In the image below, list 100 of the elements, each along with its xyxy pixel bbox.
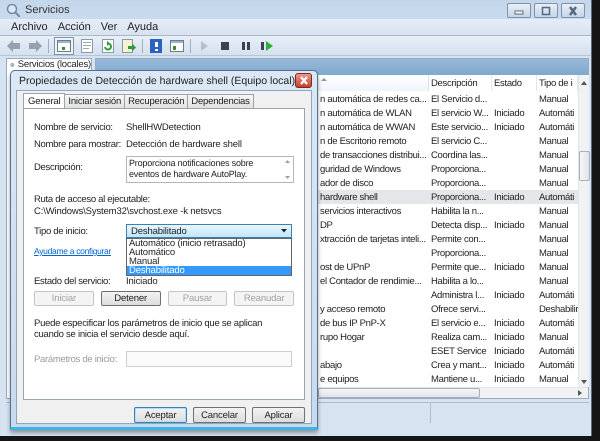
field-label: Parámetros de inicio: bbox=[34, 354, 118, 364]
column-header[interactable]: Descripción bbox=[429, 75, 492, 91]
tab[interactable]: Recuperación bbox=[124, 94, 188, 108]
table-cell: Iniciado bbox=[494, 332, 524, 342]
table-cell: Este servicio... bbox=[431, 122, 488, 132]
table-cell: Iniciado bbox=[494, 122, 524, 132]
table-cell: Administra l... bbox=[431, 290, 484, 300]
table-cell: Iniciado bbox=[494, 220, 524, 230]
table-cell: Manual bbox=[539, 374, 568, 384]
maximize-button[interactable] bbox=[534, 3, 558, 18]
close-icon bbox=[566, 4, 580, 16]
field-label: Tipo de inicio: bbox=[34, 226, 89, 236]
table-cell: Manual bbox=[539, 332, 568, 342]
table-cell: Manual bbox=[539, 234, 568, 244]
table-cell: Manual bbox=[539, 220, 568, 230]
table-cell: n automática de redes ca... bbox=[320, 94, 426, 104]
window-icon[interactable] bbox=[169, 38, 185, 54]
table-cell: Automáti bbox=[539, 290, 574, 300]
tab[interactable]: Iniciar sesión bbox=[64, 94, 126, 108]
table-cell: Manual bbox=[539, 94, 568, 104]
table-cell: Manual bbox=[539, 136, 568, 146]
vertical-scrollbar[interactable] bbox=[578, 75, 590, 387]
table-cell: Permite con... bbox=[431, 234, 486, 244]
startup-type-dropdown[interactable]: Deshabilitado bbox=[126, 224, 292, 238]
table-cell: de bus IP PnP-X bbox=[320, 318, 386, 328]
help-icon[interactable] bbox=[148, 38, 164, 54]
table-cell: Manual bbox=[539, 206, 568, 216]
tab[interactable]: Dependencias bbox=[187, 94, 254, 108]
maximize-icon bbox=[539, 4, 553, 16]
table-cell: Automáti bbox=[539, 346, 574, 356]
table-cell: Habilita a lo... bbox=[431, 276, 484, 286]
table-cell: Automáti bbox=[539, 108, 574, 118]
menu-item[interactable]: Ayuda bbox=[122, 21, 164, 33]
dropdown-option[interactable]: Automático bbox=[127, 248, 291, 257]
table-cell: Iniciado bbox=[494, 374, 524, 384]
table-cell: Iniciado bbox=[494, 290, 524, 300]
menu-item[interactable]: Archivo bbox=[6, 21, 53, 33]
table-cell: El servicio e... bbox=[431, 318, 486, 328]
field-label: Nombre de servicio: bbox=[34, 122, 114, 133]
table-cell: Iniciado bbox=[494, 360, 524, 370]
caret-icon bbox=[281, 229, 287, 233]
table-cell: n de Escritorio remoto bbox=[320, 136, 406, 146]
table-cell: Proporciona... bbox=[431, 192, 486, 202]
refresh-icon[interactable] bbox=[100, 38, 116, 54]
sheet-arrow-icon[interactable] bbox=[121, 38, 137, 54]
table-cell: rupo Hogar bbox=[320, 332, 365, 342]
tab[interactable]: General bbox=[23, 93, 66, 109]
scroll-up-icon[interactable] bbox=[284, 159, 291, 164]
table-cell: Iniciado bbox=[494, 262, 524, 272]
close-button[interactable] bbox=[561, 3, 585, 18]
close-button[interactable] bbox=[295, 73, 312, 88]
field-value: Detección de hardware shell bbox=[126, 139, 242, 150]
column-header[interactable]: Estado bbox=[492, 75, 537, 91]
table-cell: Iniciado bbox=[494, 318, 524, 328]
table-cell: e equipos bbox=[320, 374, 359, 384]
table-cell: el Contador de rendimie... bbox=[320, 276, 422, 286]
table-cell: Deshabilir bbox=[539, 304, 578, 314]
dialog-button[interactable]: Aceptar bbox=[134, 407, 187, 423]
sheet-icon[interactable] bbox=[79, 38, 95, 54]
table-cell: ador de disco bbox=[320, 178, 374, 188]
table-cell: guridad de Windows bbox=[320, 164, 401, 174]
field-label: Estado del servicio: bbox=[34, 276, 112, 287]
table-cell: Habilita la n... bbox=[431, 206, 484, 216]
table-cell: El Servicio d... bbox=[431, 94, 487, 104]
table-cell: Iniciado bbox=[494, 192, 524, 202]
scroll-down-icon[interactable] bbox=[284, 175, 291, 180]
table-cell: Iniciado bbox=[494, 346, 524, 356]
table-cell: n automática de WWAN bbox=[320, 122, 416, 132]
column-header[interactable]: Tipo de i bbox=[537, 75, 578, 91]
table-cell: Manual bbox=[539, 178, 568, 188]
table-cell: Coordina las... bbox=[431, 150, 488, 160]
description-field[interactable]: Proporciona notificaciones sobre eventos de hardware AutoPlay. bbox=[126, 156, 294, 183]
table-cell: Realiza cam... bbox=[431, 332, 487, 342]
table-cell: ost de UPnP bbox=[320, 262, 370, 272]
tree-item[interactable]: Servicios (locales) bbox=[18, 59, 91, 70]
table-cell: hardware shell bbox=[320, 192, 378, 202]
window-title: Servicios bbox=[25, 4, 70, 16]
dropdown-option[interactable]: Automático (inicio retrasado) bbox=[127, 239, 291, 248]
table-cell: n automática de WLAN bbox=[320, 108, 412, 118]
field-label: Nombre para mostrar: bbox=[34, 139, 122, 150]
table-cell: Proporciona... bbox=[431, 178, 486, 188]
help-link[interactable]: Ayudame a configurar bbox=[34, 246, 112, 256]
help-text: Puede especificar los parámetros de inicio que se aplican cuando se inicia el servicio desde aquí. bbox=[34, 318, 264, 340]
magnifier-icon bbox=[6, 2, 20, 16]
field-value: ShellHWDetection bbox=[126, 122, 201, 133]
table-cell: Proporciona... bbox=[431, 164, 486, 174]
service-button[interactable]: Detener bbox=[100, 291, 160, 306]
dialog-button[interactable]: Cancelar bbox=[193, 407, 246, 423]
table-cell: Manual bbox=[539, 164, 568, 174]
table-cell: El servicio C... bbox=[431, 136, 487, 146]
table-cell: DP bbox=[320, 220, 333, 230]
minimize-button[interactable] bbox=[507, 3, 531, 18]
table-cell: y acceso remoto bbox=[320, 304, 386, 314]
table-cell: Crea y mant... bbox=[431, 360, 486, 370]
menu-item[interactable]: Ver bbox=[96, 21, 122, 33]
dialog-button[interactable]: Aplicar bbox=[252, 407, 305, 423]
field-value: Iniciado bbox=[126, 276, 158, 287]
menu-item[interactable]: Acción bbox=[52, 21, 96, 33]
dropdown-option[interactable]: Manual bbox=[127, 257, 291, 266]
table-cell: ESET Service bbox=[431, 346, 486, 356]
